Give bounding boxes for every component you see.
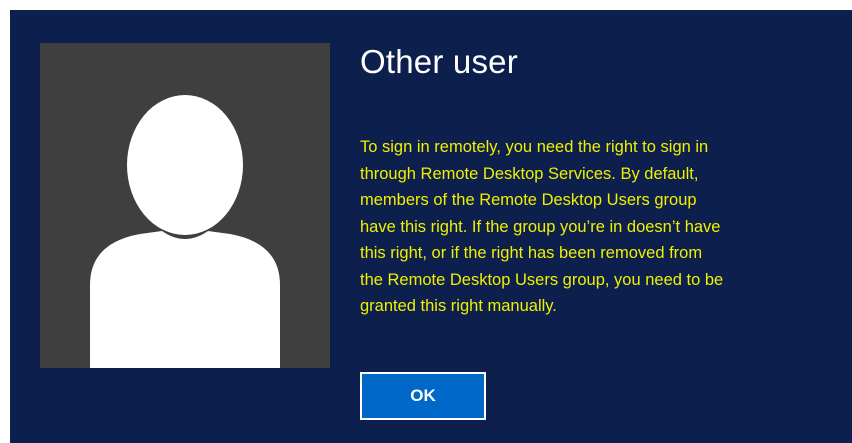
sign-in-error-message: To sign in remotely, you need the right … (360, 134, 830, 320)
message-line: through Remote Desktop Services. By defa… (360, 164, 699, 183)
ok-button[interactable]: OK (360, 372, 486, 420)
message-line: granted this right manually. (360, 297, 557, 315)
message-line: have this right. If the group you’re in … (360, 217, 721, 236)
sign-in-screen: Other user To sign in remotely, you need… (10, 10, 852, 443)
message-line: the Remote Desktop Users group, you need… (360, 270, 724, 289)
user-name-title: Other user (360, 43, 518, 80)
message-line: members of the Remote Desktop Users grou… (360, 191, 697, 209)
user-silhouette-icon (90, 95, 280, 368)
user-avatar (40, 43, 330, 368)
message-line: this right, or if the right has been rem… (360, 244, 703, 262)
message-line: To sign in remotely, you need the right … (360, 138, 709, 156)
